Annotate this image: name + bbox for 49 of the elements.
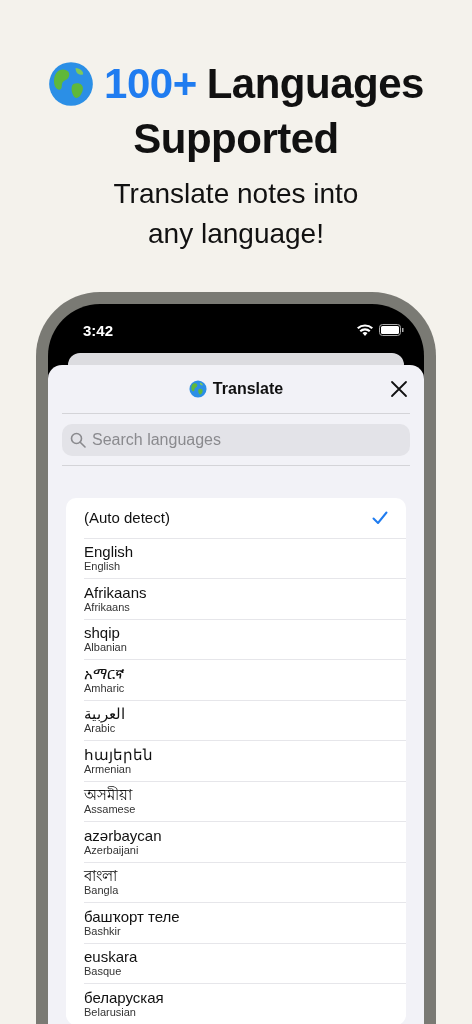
headline-accent: 100+ <box>104 59 197 109</box>
language-row[interactable]: беларуская Belarusian <box>84 984 406 1024</box>
language-english-name: Basque <box>84 965 123 979</box>
language-name: አማርኛ <box>84 664 125 682</box>
language-name: (Auto detect) <box>84 509 170 527</box>
language-name: беларуская <box>84 988 164 1006</box>
language-english-name: Azerbaijani <box>84 843 139 857</box>
language-name: башҡорт теле <box>84 907 180 925</box>
language-english-name: Bashkir <box>84 924 121 938</box>
language-row[interactable]: አማርኛ Amharic <box>84 660 406 701</box>
language-english-name: Albanian <box>84 641 127 655</box>
battery-icon <box>379 324 404 336</box>
language-name: euskara <box>84 948 138 966</box>
wifi-icon <box>357 324 373 336</box>
language-row[interactable]: shqip Albanian <box>84 619 406 660</box>
language-name: Afrikaans <box>84 583 147 601</box>
language-name: shqip <box>84 624 121 642</box>
close-icon[interactable] <box>390 380 408 398</box>
language-english-name: Amharic <box>84 681 125 695</box>
language-row[interactable]: euskara Basque <box>84 943 406 984</box>
globe-icon <box>48 61 95 107</box>
subtitle: Translate notes into any language! <box>112 177 360 251</box>
language-name: հայերեն <box>84 745 153 763</box>
language-english-name: Afrikaans <box>84 600 131 614</box>
language-english-name: Arabic <box>84 722 116 736</box>
search-field[interactable]: Search languages <box>62 424 410 456</box>
language-name: বাংলা <box>84 867 119 885</box>
language-name: azərbaycan <box>84 826 162 844</box>
language-english-name: Assamese <box>84 803 136 817</box>
language-english-name: English <box>84 560 122 574</box>
headline: Languages <box>206 59 424 109</box>
globe-icon <box>188 380 207 398</box>
language-row[interactable]: հայերեն Armenian <box>84 741 406 782</box>
language-english-name: Belarusian <box>84 1005 136 1019</box>
language-row[interactable]: Afrikaans Afrikaans <box>84 579 406 620</box>
language-row[interactable]: azərbaycan Azerbaijani <box>84 822 406 863</box>
language-name: العربية <box>84 705 125 723</box>
language-row[interactable]: башҡорт теле Bashkir <box>84 903 406 944</box>
language-name: English <box>84 543 134 561</box>
language-english-name: Armenian <box>84 762 132 776</box>
language-row[interactable]: বাংলা Bangla <box>84 862 406 903</box>
headline: Supported <box>133 114 339 164</box>
sheet-title: Translate <box>188 380 284 398</box>
language-row[interactable]: English English <box>84 538 406 579</box>
language-english-name: Bangla <box>84 884 119 898</box>
language-row[interactable]: অসমীয়া Assamese <box>84 781 406 822</box>
language-name: অসমীয়া <box>84 786 134 804</box>
status-time: 3:42 <box>83 321 114 339</box>
language-row[interactable]: (Auto detect) <box>84 498 406 539</box>
